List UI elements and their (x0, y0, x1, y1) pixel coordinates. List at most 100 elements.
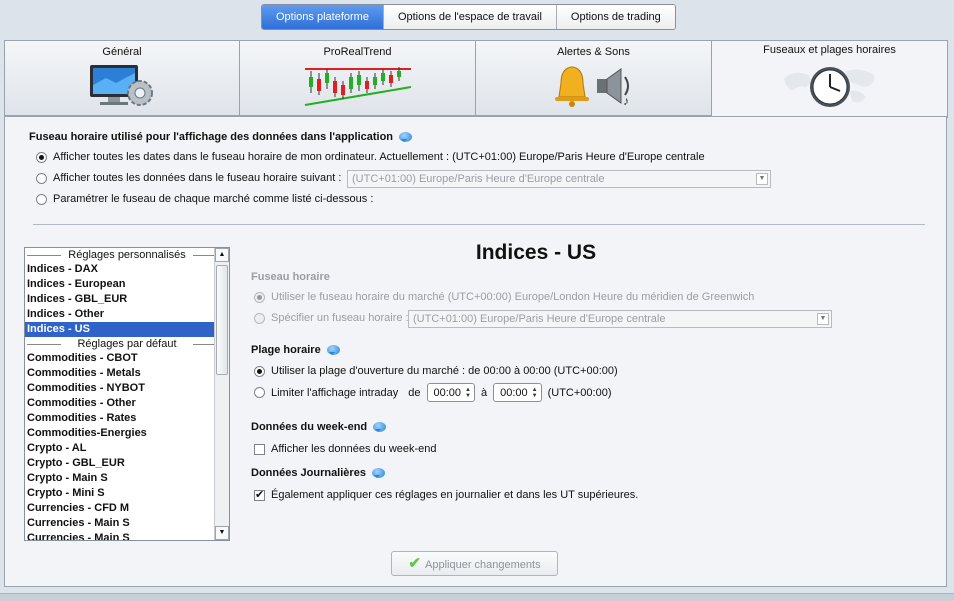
list-header-custom: Réglages personnalisés (25, 248, 229, 262)
tz-market-radio (254, 291, 265, 303)
tz-specify-value: (UTC+01:00) Europe/Paris Heure d'Europe … (413, 313, 666, 325)
list-item[interactable]: Crypto - AL (25, 441, 229, 456)
list-item[interactable]: Crypto - GBL_EUR (25, 456, 229, 471)
tab-options-espace-travail[interactable]: Options de l'espace de travail (383, 5, 557, 29)
hours-limit-option[interactable]: Limiter l'affichage intraday de 00:00 ▲ ▼… (254, 383, 611, 402)
tz-specify-label: Spécifier un fuseau horaire : (271, 312, 409, 324)
hours-from-value: 00:00 (433, 386, 462, 399)
daily-section-title: Données Journalières (251, 467, 385, 479)
weekend-title-text: Données du week-end (251, 421, 368, 433)
chevron-down-icon: ▼ (817, 313, 829, 325)
scroll-up-icon[interactable]: ▲ (215, 248, 229, 262)
detail-title: Indices - US (475, 241, 597, 264)
info-bubble-icon[interactable] (399, 132, 413, 142)
apply-button-label: Appliquer changements (425, 559, 541, 571)
category-tab-label: Fuseaux et plages horaires (763, 44, 896, 56)
tz-market-label: Utiliser le fuseau horaire du marché (UT… (271, 291, 755, 303)
category-tab-alertes-sons[interactable]: Alertes & Sons ♪ (475, 40, 712, 116)
list-header-default: Réglages par défaut (25, 337, 229, 351)
weekend-label: Afficher les données du week-end (271, 443, 437, 455)
list-item[interactable]: Commodities - Metals (25, 366, 229, 381)
tab-options-plateforme[interactable]: Options plateforme (262, 5, 384, 29)
list-item[interactable]: Currencies - Main S (25, 531, 229, 540)
monitor-gear-icon (86, 63, 158, 112)
top-tab-bar: Options plateforme Options de l'espace d… (261, 4, 676, 30)
tz-specify-option: Spécifier un fuseau horaire : (254, 312, 409, 324)
chevron-down-icon: ▼ (756, 173, 768, 185)
list-item[interactable]: Indices - European (25, 277, 229, 292)
tz-following-label: Afficher toutes les données dans le fuse… (53, 172, 342, 184)
section-divider (33, 224, 925, 225)
tz-per-market-label: Paramétrer le fuseau de chaque marché co… (53, 193, 374, 205)
list-item[interactable]: Crypto - Main S (25, 471, 229, 486)
info-bubble-icon[interactable] (373, 422, 387, 432)
daily-option[interactable]: ✔ Également appliquer ces réglages en jo… (254, 489, 638, 501)
category-tab-label: Général (102, 46, 142, 58)
category-tab-fuseaux[interactable]: Fuseaux et plages horaires (711, 40, 948, 118)
trend-chart-icon (303, 63, 413, 112)
tz-following-select[interactable]: (UTC+01:00) Europe/Paris Heure d'Europe … (347, 170, 771, 188)
tz-per-market-radio[interactable] (36, 193, 47, 205)
scroll-down-icon[interactable]: ▼ (215, 526, 229, 540)
market-list[interactable]: Réglages personnalisés Indices - DAX Ind… (24, 247, 230, 541)
hours-limit-radio[interactable] (254, 387, 265, 398)
tz-option-computer[interactable]: Afficher toutes les dates dans le fuseau… (36, 151, 705, 163)
tz-option-per-market[interactable]: Paramétrer le fuseau de chaque marché co… (36, 193, 373, 205)
category-tab-prorealtrend[interactable]: ProRealTrend (239, 40, 476, 116)
daily-label: Également appliquer ces réglages en jour… (271, 489, 639, 501)
hours-to-label: à (480, 386, 488, 399)
weekend-checkbox[interactable] (254, 443, 265, 455)
spinner-arrows-icon[interactable]: ▲ ▼ (532, 387, 538, 399)
hours-limit-label: Limiter l'affichage intraday (271, 386, 399, 399)
tz-option-following[interactable]: Afficher toutes les données dans le fuse… (36, 172, 341, 184)
hours-market-label: Utiliser la plage d'ouverture du marché … (271, 365, 618, 377)
timezone-title-text: Fuseau horaire utilisé pour l'affichage … (29, 131, 394, 143)
hours-to-value: 00:00 (500, 386, 528, 399)
list-item[interactable]: Commodities - Rates (25, 411, 229, 426)
info-bubble-icon[interactable] (326, 345, 340, 355)
hours-from-spinner[interactable]: 00:00 ▲ ▼ (426, 383, 475, 402)
category-tab-label: ProRealTrend (323, 46, 392, 58)
list-item-selected[interactable]: Indices - US (25, 322, 229, 337)
hours-title-text: Plage horaire (251, 344, 321, 356)
apply-changes-button[interactable]: ✔ Appliquer changements (391, 551, 558, 576)
category-tab-label: Alertes & Sons (557, 46, 630, 58)
hours-market-option[interactable]: Utiliser la plage d'ouverture du marché … (254, 365, 618, 377)
hours-tz-label: (UTC+00:00) (547, 386, 612, 399)
hours-to-spinner[interactable]: 00:00 ▲ ▼ (493, 383, 542, 402)
tz-market-option: Utiliser le fuseau horaire du marché (UT… (254, 291, 754, 303)
list-item[interactable]: Commodities - Other (25, 396, 229, 411)
list-item[interactable]: Indices - GBL_EUR (25, 292, 229, 307)
hours-from-label: de (408, 386, 421, 399)
tz-following-radio[interactable] (36, 172, 47, 184)
list-item[interactable]: Commodities - NYBOT (25, 381, 229, 396)
list-item[interactable]: Commodities-Energies (25, 426, 229, 441)
tz-computer-label: Afficher toutes les dates dans le fuseau… (53, 151, 705, 163)
spinner-arrows-icon[interactable]: ▲ ▼ (465, 387, 471, 399)
list-item[interactable]: Indices - Other (25, 307, 229, 322)
scrollbar-thumb[interactable] (216, 265, 228, 375)
weekend-option[interactable]: Afficher les données du week-end (254, 443, 437, 455)
list-item[interactable]: Currencies - Main S (25, 516, 229, 531)
world-clock-icon (780, 63, 880, 112)
list-item[interactable]: Commodities - CBOT (25, 351, 229, 366)
tz-specify-select: (UTC+01:00) Europe/Paris Heure d'Europe … (408, 310, 832, 328)
tz-computer-radio[interactable] (36, 151, 47, 163)
bell-speaker-icon: ♪ (551, 63, 637, 112)
checkmark-icon: ✔ (408, 555, 421, 572)
list-item[interactable]: Indices - DAX (25, 262, 229, 277)
list-scrollbar[interactable]: ▲ ▼ (214, 248, 229, 540)
list-item[interactable]: Currencies - CFD M (25, 501, 229, 516)
info-bubble-icon[interactable] (371, 468, 385, 478)
tab-options-trading[interactable]: Options de trading (556, 5, 675, 29)
tz-following-value: (UTC+01:00) Europe/Paris Heure d'Europe … (352, 173, 605, 185)
hours-section-title: Plage horaire (251, 344, 340, 356)
tz-specify-radio (254, 312, 265, 324)
list-item[interactable]: Crypto - Mini S (25, 486, 229, 501)
weekend-section-title: Données du week-end (251, 421, 387, 433)
daily-checkbox[interactable]: ✔ (254, 489, 265, 501)
category-tab-general[interactable]: Général (4, 40, 240, 116)
hours-market-radio[interactable] (254, 365, 265, 377)
daily-title-text: Données Journalières (251, 467, 366, 479)
svg-text:♪: ♪ (623, 94, 629, 108)
